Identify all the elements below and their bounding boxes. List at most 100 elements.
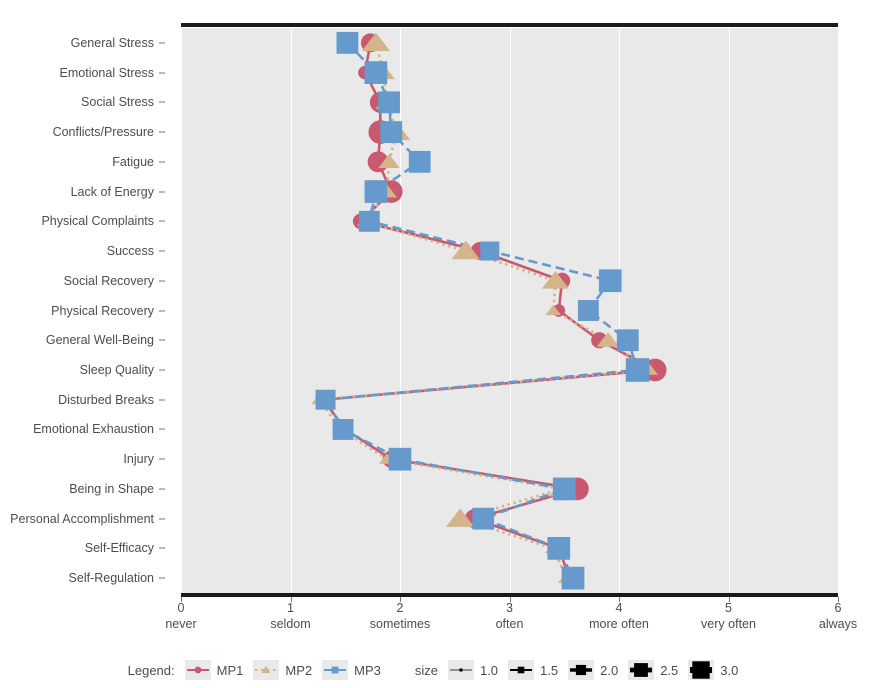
size-legend-label: 1.5 xyxy=(540,662,559,678)
data-point xyxy=(364,180,388,203)
data-point xyxy=(598,269,622,293)
x-axis-tick-label: sometimes xyxy=(369,617,431,631)
data-point xyxy=(561,566,585,590)
markers-mp2 xyxy=(311,32,659,584)
size-legend-key-icon xyxy=(568,660,595,680)
data-point xyxy=(380,121,403,143)
series-layer xyxy=(311,31,667,590)
data-point xyxy=(547,537,571,560)
size-legend-label: 3.0 xyxy=(720,662,739,678)
size-legend-item[interactable]: 1.0 xyxy=(447,660,499,680)
x-axis-tick-label: often xyxy=(495,617,524,631)
x-axis-tick-label: very often xyxy=(701,617,756,631)
data-point xyxy=(336,31,359,54)
legend-key-icon xyxy=(322,660,349,680)
data-point xyxy=(472,507,495,530)
x-axis-tick-label: seldom xyxy=(270,617,311,631)
series-line xyxy=(316,42,654,579)
y-axis-tick xyxy=(159,42,165,44)
y-axis-label: Social Recovery xyxy=(63,273,154,288)
y-axis-label: Disturbed Breaks xyxy=(58,392,154,407)
y-axis-tick xyxy=(159,547,165,549)
y-axis-tick xyxy=(159,488,165,490)
size-legend-item[interactable]: 2.0 xyxy=(568,660,618,680)
y-axis-label: Self-Regulation xyxy=(68,571,154,586)
y-axis-tick xyxy=(159,220,165,222)
size-legend-item[interactable]: 1.5 xyxy=(508,660,558,680)
x-axis-tick-number: 2 xyxy=(396,601,404,615)
data-point xyxy=(358,210,380,232)
y-axis-tick xyxy=(159,310,165,311)
size-legend-label: 2.5 xyxy=(660,662,679,678)
y-axis-label: Physical Recovery xyxy=(51,303,154,318)
legend-label: MP3 xyxy=(354,662,381,678)
legend-item-mp2[interactable]: MP2 xyxy=(253,660,312,680)
y-axis-label: Injury xyxy=(123,452,154,467)
y-axis-label: Conflicts/Pressure xyxy=(52,125,154,140)
size-legend-label: 1.0 xyxy=(479,662,499,678)
size-legend-key-icon xyxy=(628,660,655,680)
data-point xyxy=(388,447,412,471)
size-legend-key-icon xyxy=(508,660,535,680)
size-legend-group: 1.0 1.5 2.0 2.5 3.0 xyxy=(447,660,748,680)
legend-title: Legend: xyxy=(127,662,175,678)
y-axis-label: Being in Shape xyxy=(69,481,154,496)
size-legend-label: 2.0 xyxy=(600,662,619,678)
y-axis-tick xyxy=(159,280,165,282)
y-axis-tick xyxy=(159,577,165,579)
chart-legend: Legend: MP1 MP2 MP3 size 1.0 1.5 2.0 2.5 3.0 xyxy=(0,652,876,688)
y-axis-label: General Stress xyxy=(70,35,154,50)
data-point xyxy=(616,329,639,352)
y-axis-tick xyxy=(159,161,165,163)
y-axis-label: Personal Accomplishment xyxy=(10,511,154,526)
y-axis-label: Emotional Exhaustion xyxy=(33,422,154,437)
x-axis-tick-number: 6 xyxy=(834,601,842,615)
legend-series-group: MP1 MP2 MP3 xyxy=(184,660,391,680)
series-mp2 xyxy=(316,42,654,579)
y-axis-label: General Well-Being xyxy=(45,333,154,348)
legend-label: MP2 xyxy=(285,662,313,678)
y-axis-label: Fatigue xyxy=(112,154,154,169)
size-legend-key-icon xyxy=(447,660,474,680)
y-axis-tick xyxy=(159,518,165,520)
x-axis-tick-number: 3 xyxy=(506,601,513,615)
x-axis-tick-number: 1 xyxy=(287,601,294,615)
markers-mp1 xyxy=(318,33,667,585)
size-legend-title: size xyxy=(414,662,438,678)
y-axis-tick xyxy=(159,458,165,460)
y-axis-tick xyxy=(159,428,165,430)
y-axis-label: Lack of Energy xyxy=(70,184,154,199)
y-axis-tick xyxy=(159,131,165,133)
y-axis-tick xyxy=(159,191,165,193)
data-point xyxy=(480,241,500,261)
y-axis-label: Self-Efficacy xyxy=(84,541,154,556)
gridline-x-6 xyxy=(838,28,839,593)
data-point xyxy=(577,300,599,321)
data-point xyxy=(408,150,431,173)
legend-item-mp1[interactable]: MP1 xyxy=(184,660,244,680)
data-point xyxy=(315,389,336,410)
data-point xyxy=(625,358,650,382)
y-axis-label: Physical Complaints xyxy=(41,214,154,229)
y-axis: General Stress Emotional Stress Social Str… xyxy=(0,0,170,688)
x-axis-tick-number: 0 xyxy=(177,601,185,615)
y-axis-label: Sleep Quality xyxy=(79,362,154,377)
x-axis-tick-number: 4 xyxy=(615,601,623,615)
y-axis-label: Emotional Stress xyxy=(59,65,154,80)
legend-label: MP1 xyxy=(216,662,244,678)
size-legend-item[interactable]: 3.0 xyxy=(688,660,738,680)
x-axis-tick-label: more often xyxy=(589,617,649,631)
x-axis-tick-label: never xyxy=(165,617,197,631)
legend-key-icon xyxy=(253,660,280,680)
legend-item-mp3[interactable]: MP3 xyxy=(322,660,381,680)
y-axis-tick xyxy=(159,72,165,74)
chart-root: General Stress Emotional Stress Social Str… xyxy=(0,0,876,688)
markers-mp3 xyxy=(315,31,650,590)
top-axis-line xyxy=(181,23,838,27)
y-axis-label: Social Stress xyxy=(81,95,154,110)
size-legend-key-icon xyxy=(688,660,715,680)
legend-key-icon xyxy=(184,660,211,680)
data-point xyxy=(378,91,400,114)
data-point xyxy=(552,477,576,501)
size-legend-item[interactable]: 2.5 xyxy=(628,660,678,680)
